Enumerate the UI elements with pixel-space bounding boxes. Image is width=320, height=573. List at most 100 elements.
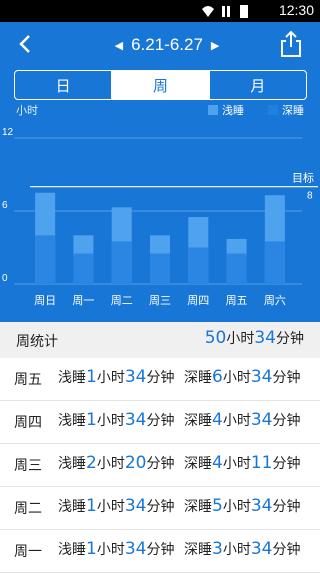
daily-row-day: 周一 xyxy=(14,544,42,560)
legend-deep-label: 深睡 xyxy=(282,104,304,117)
deep-sleep-hours: 4 xyxy=(212,453,223,473)
deep-sleep-minutes: 34 xyxy=(250,367,273,387)
bar-deep-sleep xyxy=(150,253,170,284)
x-tick-label: 周一 xyxy=(72,294,94,307)
minute-unit: 分钟 xyxy=(146,499,175,515)
minute-unit: 分钟 xyxy=(146,370,175,386)
bar-deep-sleep xyxy=(111,241,132,284)
sleep-chart: 0 6 12 周日 周一 周二 周三 周四 周五 周六 目标 8 xyxy=(2,127,318,307)
week-minutes-unit: 分钟 xyxy=(276,331,304,347)
hour-unit: 小时 xyxy=(222,499,251,515)
bar-deep-sleep xyxy=(35,235,56,284)
light-sleep-duration: 浅睡1小时34分钟 xyxy=(58,496,174,516)
daily-row: 周五 浅睡1小时34分钟 深睡6小时34分钟 xyxy=(0,358,320,401)
goal-label: 目标 xyxy=(292,171,314,185)
deep-sleep-minutes: 34 xyxy=(250,410,273,430)
minute-unit: 分钟 xyxy=(272,499,301,515)
wifi-icon xyxy=(202,6,214,17)
date-range-label: 6.21-6.27 xyxy=(131,35,203,54)
y-tick-label: 0 xyxy=(2,273,8,284)
light-sleep-label: 浅睡 xyxy=(58,542,86,558)
y-tick-label: 12 xyxy=(2,127,14,138)
light-sleep-hours: 1 xyxy=(86,410,97,430)
light-sleep-duration: 浅睡1小时34分钟 xyxy=(58,539,174,559)
hour-unit: 小时 xyxy=(222,413,251,429)
light-sleep-label: 浅睡 xyxy=(58,499,86,515)
daily-row-day: 周二 xyxy=(14,501,42,517)
bar-deep-sleep xyxy=(188,247,209,284)
bar-deep-sleep xyxy=(264,241,285,284)
tab-month[interactable]: 月 xyxy=(210,71,306,99)
bar-deep-sleep xyxy=(73,253,94,284)
deep-sleep-hours: 6 xyxy=(212,367,223,387)
prev-week-icon[interactable]: ◀ xyxy=(115,39,123,52)
hour-unit: 小时 xyxy=(96,499,125,515)
minute-unit: 分钟 xyxy=(146,413,175,429)
deep-sleep-hours: 5 xyxy=(212,496,223,516)
deep-sleep-duration: 深睡3小时34分钟 xyxy=(184,539,300,559)
week-stats-label: 周统计 xyxy=(16,334,58,350)
daily-row-day: 周三 xyxy=(14,458,42,474)
deep-sleep-duration: 深睡4小时34分钟 xyxy=(184,410,300,430)
y-tick-label: 6 xyxy=(2,200,8,211)
week-stats-total: 50小时34分钟 xyxy=(205,328,304,348)
hour-unit: 小时 xyxy=(96,542,125,558)
bar-deep-sleep xyxy=(226,253,247,284)
deep-sleep-label: 深睡 xyxy=(184,456,212,472)
light-sleep-duration: 浅睡2小时20分钟 xyxy=(58,453,174,473)
deep-sleep-minutes: 11 xyxy=(250,453,273,473)
status-bar: 12:30 xyxy=(0,0,320,22)
light-sleep-minutes: 20 xyxy=(124,453,147,473)
light-sleep-duration: 浅睡1小时34分钟 xyxy=(58,367,174,387)
light-sleep-hours: 1 xyxy=(86,539,97,559)
deep-sleep-label: 深睡 xyxy=(184,542,212,558)
signal-icon xyxy=(222,6,225,17)
share-icon[interactable] xyxy=(280,30,302,58)
status-time: 12:30 xyxy=(278,2,314,18)
period-tabs: 日 周 月 xyxy=(14,70,307,100)
deep-sleep-hours: 4 xyxy=(212,410,223,430)
deep-sleep-duration: 深睡5小时34分钟 xyxy=(184,496,300,516)
hour-unit: 小时 xyxy=(222,370,251,386)
x-tick-label: 周三 xyxy=(149,294,171,307)
hour-unit: 小时 xyxy=(96,456,125,472)
back-icon[interactable] xyxy=(12,30,40,58)
status-icons xyxy=(202,5,248,18)
daily-row-day: 周五 xyxy=(14,372,42,388)
light-sleep-duration: 浅睡1小时34分钟 xyxy=(58,410,174,430)
deep-sleep-label: 深睡 xyxy=(184,370,212,386)
light-sleep-minutes: 34 xyxy=(124,367,147,387)
light-sleep-label: 浅睡 xyxy=(58,413,86,429)
light-sleep-hours: 1 xyxy=(86,496,97,516)
battery-icon xyxy=(240,5,248,18)
deep-sleep-label: 深睡 xyxy=(184,413,212,429)
daily-row: 周三 浅睡2小时20分钟 深睡4小时11分钟 xyxy=(0,444,320,487)
light-sleep-label: 浅睡 xyxy=(58,456,86,472)
date-range-selector: ◀ 6.21-6.27 ▶ xyxy=(102,34,232,56)
light-sleep-minutes: 34 xyxy=(124,410,147,430)
minute-unit: 分钟 xyxy=(272,370,301,386)
legend-light: 浅睡 xyxy=(208,102,244,118)
daily-row: 周四 浅睡1小时34分钟 深睡4小时34分钟 xyxy=(0,401,320,444)
light-sleep-minutes: 34 xyxy=(124,539,147,559)
week-minutes: 34 xyxy=(254,328,276,348)
minute-unit: 分钟 xyxy=(272,456,301,472)
deep-sleep-label: 深睡 xyxy=(184,499,212,515)
next-week-icon[interactable]: ▶ xyxy=(211,39,219,52)
light-sleep-hours: 2 xyxy=(86,453,97,473)
deep-sleep-duration: 深睡4小时11分钟 xyxy=(184,453,300,473)
y-unit-label: 小时 xyxy=(16,104,38,117)
tab-day[interactable]: 日 xyxy=(15,71,113,99)
legend-light-label: 浅睡 xyxy=(222,104,244,117)
hour-unit: 小时 xyxy=(222,456,251,472)
daily-row-day: 周四 xyxy=(14,415,42,431)
week-stats-header: 周统计 50小时34分钟 xyxy=(0,322,320,358)
tab-week[interactable]: 周 xyxy=(112,71,210,99)
goal-value: 8 xyxy=(307,191,313,202)
light-sleep-hours: 1 xyxy=(86,367,97,387)
deep-sleep-minutes: 34 xyxy=(250,496,273,516)
daily-row: 周一 浅睡1小时34分钟 深睡3小时34分钟 xyxy=(0,530,320,573)
deep-sleep-minutes: 34 xyxy=(250,539,273,559)
minute-unit: 分钟 xyxy=(272,542,301,558)
x-tick-label: 周二 xyxy=(111,294,133,307)
